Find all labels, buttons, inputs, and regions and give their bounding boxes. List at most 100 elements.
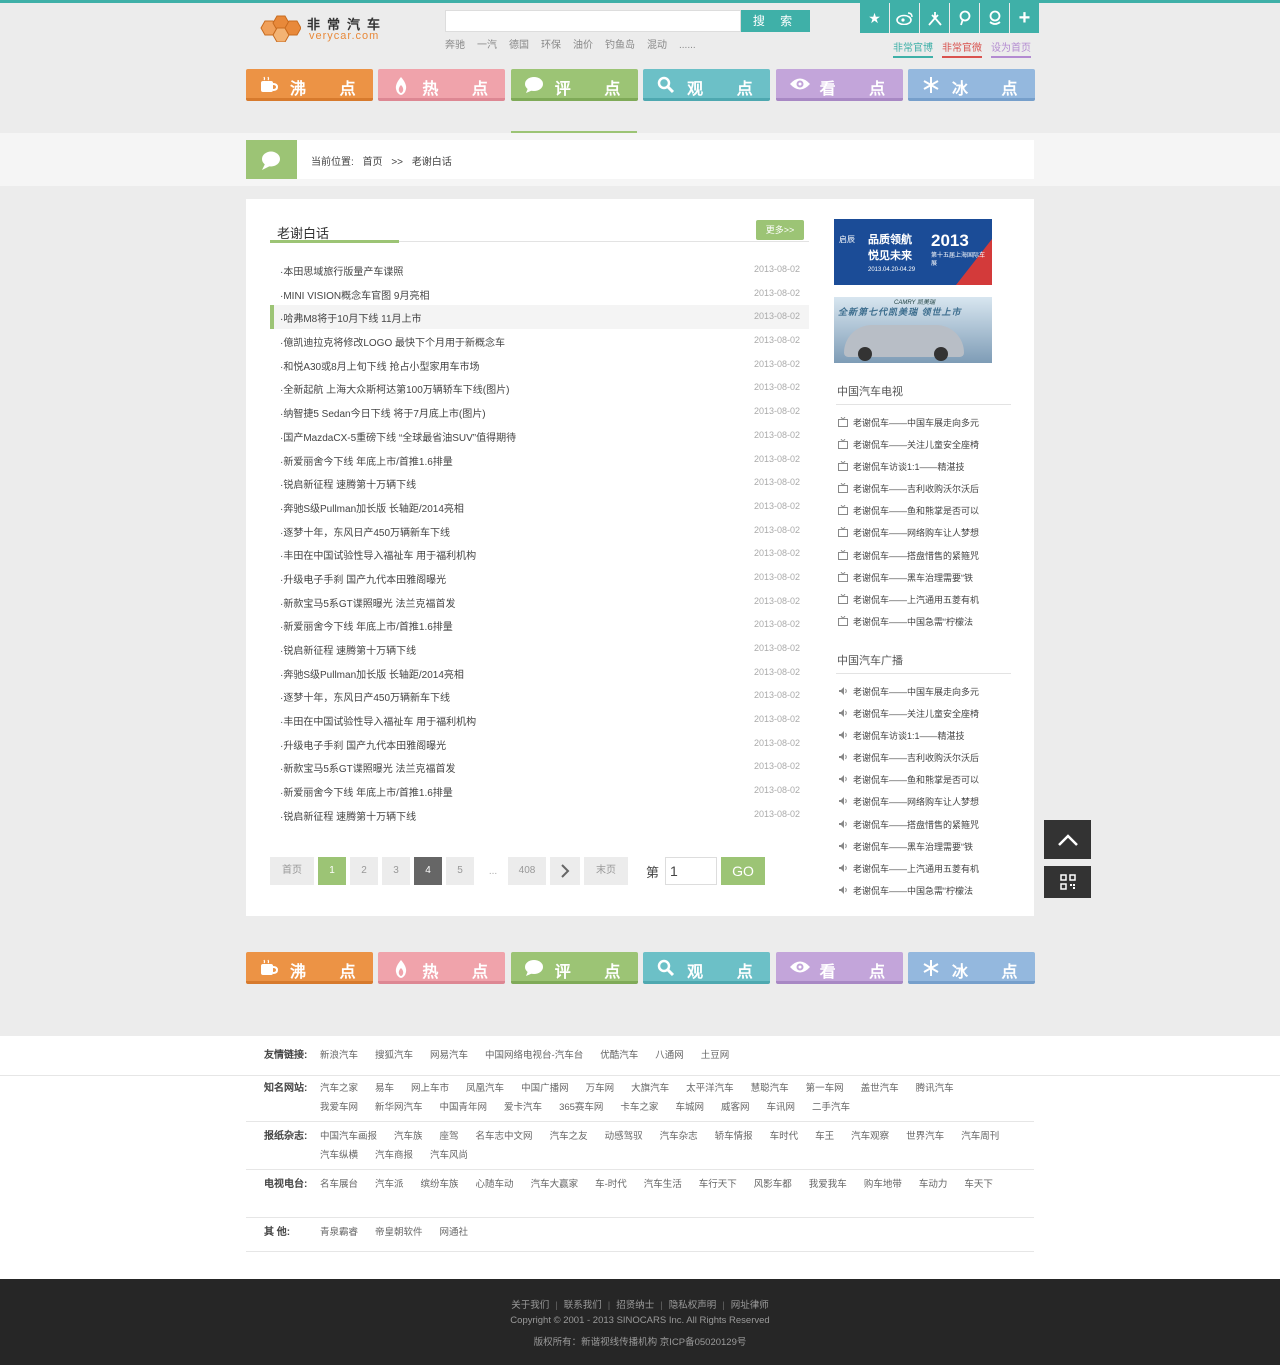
sidebar-item-label[interactable]: 老谢侃车——中国车展走向多元 [853,685,979,698]
footer-link[interactable]: 世界汽车 [906,1127,944,1146]
footer-link[interactable]: 汽车之友 [550,1127,588,1146]
sidebar-radio-item[interactable]: 老谢侃车——吉利收购沃尔沃后 [836,746,1011,768]
sidebar-item-label[interactable]: 老谢侃车——黑车治理需要“铁 [853,840,973,853]
footer-link[interactable]: 腾讯汽车 [916,1079,954,1098]
news-title[interactable]: ·MINI VISION概念车官图 9月亮相 [280,287,429,302]
footer-link[interactable]: 名车展台 [320,1175,358,1194]
footer-nav-link[interactable]: 关于我们 [511,1300,549,1311]
search-input[interactable] [445,10,741,32]
footer-link[interactable]: 风影车都 [754,1175,792,1194]
news-title[interactable]: ·锐启新征程 速腾第十万辆下线 [280,808,416,823]
nav-item-6[interactable]: 冰 点 [907,952,1035,984]
news-title[interactable]: ·升级电子手刹 国产九代本田雅阁曝光 [280,571,446,586]
news-title[interactable]: ·逐梦十年，东风日产450万辆新车下线 [280,524,450,539]
footer-link[interactable]: 优酷汽车 [600,1046,638,1065]
nav-item-3[interactable]: 评 点 [510,69,638,101]
sidebar-item-label[interactable]: 老谢侃车——黑车治理需要“铁 [853,571,973,584]
breadcrumb-home[interactable]: 首页 [363,157,383,168]
footer-link[interactable]: 中国广播网 [521,1079,569,1098]
nav-item-1[interactable]: 沸 点 [246,69,373,101]
footer-link[interactable]: 新浪汽车 [320,1046,358,1065]
sidebar-item-label[interactable]: 老谢侃车——搭盘惜售的紧箍咒 [853,818,979,831]
news-title[interactable]: ·奔驰S级Pullman加长版 长轴距/2014亮相 [280,500,464,515]
footer-link[interactable]: 车城网 [675,1098,704,1117]
sidebar-item-label[interactable]: 老谢侃车——吉利收购沃尔沃后 [853,751,979,764]
news-row[interactable]: ·国产MazdaCX-5重磅下线 “全球最省油SUV”值得期待 2013-08-0… [270,424,809,448]
footer-link[interactable]: 爱卡汽车 [504,1098,542,1117]
first-page-button[interactable]: 首页 [270,857,314,885]
footer-link[interactable]: 汽车商报 [375,1146,413,1165]
sidebar-radio-item[interactable]: 老谢侃车——上汽通用五菱有机 [836,857,1011,879]
nav-item-4[interactable]: 观 点 [643,69,771,101]
page-button-1[interactable]: 1 [318,857,346,885]
sidebar-item-label[interactable]: 老谢侃车——上汽通用五菱有机 [853,862,979,875]
footer-link[interactable]: 网上车市 [411,1079,449,1098]
news-row[interactable]: ·新爱丽舍今下线 年底上市/首推1.6排量 2013-08-02 [270,448,809,472]
news-row[interactable]: ·新款宝马5系GT谍照曝光 法兰克福首发 2013-08-02 [270,755,809,779]
footer-link[interactable]: 盖世汽车 [861,1079,899,1098]
footer-link[interactable]: 汽车纵横 [320,1146,358,1165]
news-row[interactable]: ·奔驰S级Pullman加长版 长轴距/2014亮相 2013-08-02 [270,661,809,685]
footer-nav-link[interactable]: 隐私权声明 [669,1300,717,1311]
news-row[interactable]: ·升级电子手刹 国产九代本田雅阁曝光 2013-08-02 [270,732,809,756]
sidebar-tv-item[interactable]: 老谢侃车——上汽通用五菱有机 [836,588,1011,610]
nav-item-6[interactable]: 冰 点 [907,69,1035,101]
nav-item-3[interactable]: 评 点 [510,952,638,984]
news-row[interactable]: ·锐启新征程 速腾第十万辆下线 2013-08-02 [270,803,809,827]
news-title[interactable]: ·新款宝马5系GT谍照曝光 法兰克福首发 [280,595,456,610]
footer-link[interactable]: 八通网 [655,1046,684,1065]
news-row[interactable]: ·逐梦十年，东风日产450万辆新车下线 2013-08-02 [270,519,809,543]
sidebar-item-label[interactable]: 老谢侃车——关注儿童安全座椅 [853,438,979,451]
nav-item-2[interactable]: 热 点 [378,952,506,984]
footer-link[interactable]: 网易汽车 [430,1046,468,1065]
news-title[interactable]: ·新款宝马5系GT谍照曝光 法兰克福首发 [280,760,456,775]
footer-link[interactable]: 汽车大赢家 [531,1175,579,1194]
news-title[interactable]: ·新爱丽舍今下线 年底上市/首推1.6排量 [280,784,453,799]
news-title[interactable]: ·億凯迪拉克将修改LOGO 最快下个月用于新概念车 [280,334,505,349]
footer-link[interactable]: 汽车生活 [644,1175,682,1194]
footer-link[interactable]: 汽车观察 [851,1127,889,1146]
nav-item-2[interactable]: 热 点 [378,69,506,101]
footer-link[interactable]: 第一车网 [806,1079,844,1098]
tencent-icon[interactable] [980,3,1009,33]
footer-link[interactable]: 中国青年网 [440,1098,488,1117]
sidebar-radio-item[interactable]: 老谢侃车——黑车治理需要“铁 [836,835,1011,857]
news-row[interactable]: ·MINI VISION概念车官图 9月亮相 2013-08-02 [270,282,809,306]
sidebar-item-label[interactable]: 老谢侃车——鱼和熊掌是否可以 [853,504,979,517]
footer-link[interactable]: 购车地带 [864,1175,902,1194]
hot-word-link[interactable]: 德国 [509,40,529,51]
hot-word-link[interactable]: 奔驰 [445,40,465,51]
top-link[interactable]: 设为首页 [991,39,1031,58]
sidebar-tv-item[interactable]: 老谢侃车——关注儿童安全座椅 [836,433,1011,455]
news-row[interactable]: ·本田思域旅行版量产车谍照 2013-08-02 [270,258,809,282]
footer-link[interactable]: 青泉霸睿 [320,1223,358,1242]
footer-link[interactable]: 汽车杂志 [660,1127,698,1146]
news-row[interactable]: ·丰田在中国试验性导入福祉车 用于福利机构 2013-08-02 [270,542,809,566]
sidebar-item-label[interactable]: 老谢侃车访谈1:1——精湛技 [853,460,965,473]
page-button-4[interactable]: 4 [414,857,442,885]
footer-link[interactable]: 太平洋汽车 [686,1079,734,1098]
footer-link[interactable]: 中国汽车画报 [320,1127,377,1146]
nav-item-5[interactable]: 看 点 [775,952,903,984]
pin-icon[interactable] [950,3,979,33]
footer-link[interactable]: 威客网 [721,1098,750,1117]
news-row[interactable]: ·哈弗M8将于10月下线 11月上市 2013-08-02 [270,305,809,330]
sidebar-radio-item[interactable]: 老谢侃车——搭盘惜售的紧箍咒 [836,813,1011,835]
footer-link[interactable]: 中国网络电视台-汽车台 [485,1046,583,1065]
sidebar-tv-item[interactable]: 老谢侃车——黑车治理需要“铁 [836,566,1011,588]
hot-word-link[interactable]: ...... [679,40,696,51]
sidebar-item-label[interactable]: 老谢侃车——中国急需“柠檬法 [853,884,973,897]
footer-link[interactable]: 凤凰汽车 [466,1079,504,1098]
news-row[interactable]: ·纳智捷5 Sedan今日下线 将于7月底上市(图片) 2013-08-02 [270,400,809,424]
news-title[interactable]: ·丰田在中国试验性导入福祉车 用于福利机构 [280,547,476,562]
news-title[interactable]: ·纳智捷5 Sedan今日下线 将于7月底上市(图片) [280,405,486,420]
sidebar-radio-item[interactable]: 老谢侃车——中国急需“柠檬法 [836,879,1011,901]
last-page-number[interactable]: 408 [508,857,546,885]
qr-code-button[interactable] [1044,866,1091,898]
news-row[interactable]: ·锐启新征程 速腾第十万辆下线 2013-08-02 [270,637,809,661]
page-button-5[interactable]: 5 [446,857,474,885]
back-to-top-button[interactable] [1044,820,1091,859]
news-title[interactable]: ·哈弗M8将于10月下线 11月上市 [280,310,422,325]
sidebar-item-label[interactable]: 老谢侃车——关注儿童安全座椅 [853,707,979,720]
footer-link[interactable]: 大旗汽车 [631,1079,669,1098]
